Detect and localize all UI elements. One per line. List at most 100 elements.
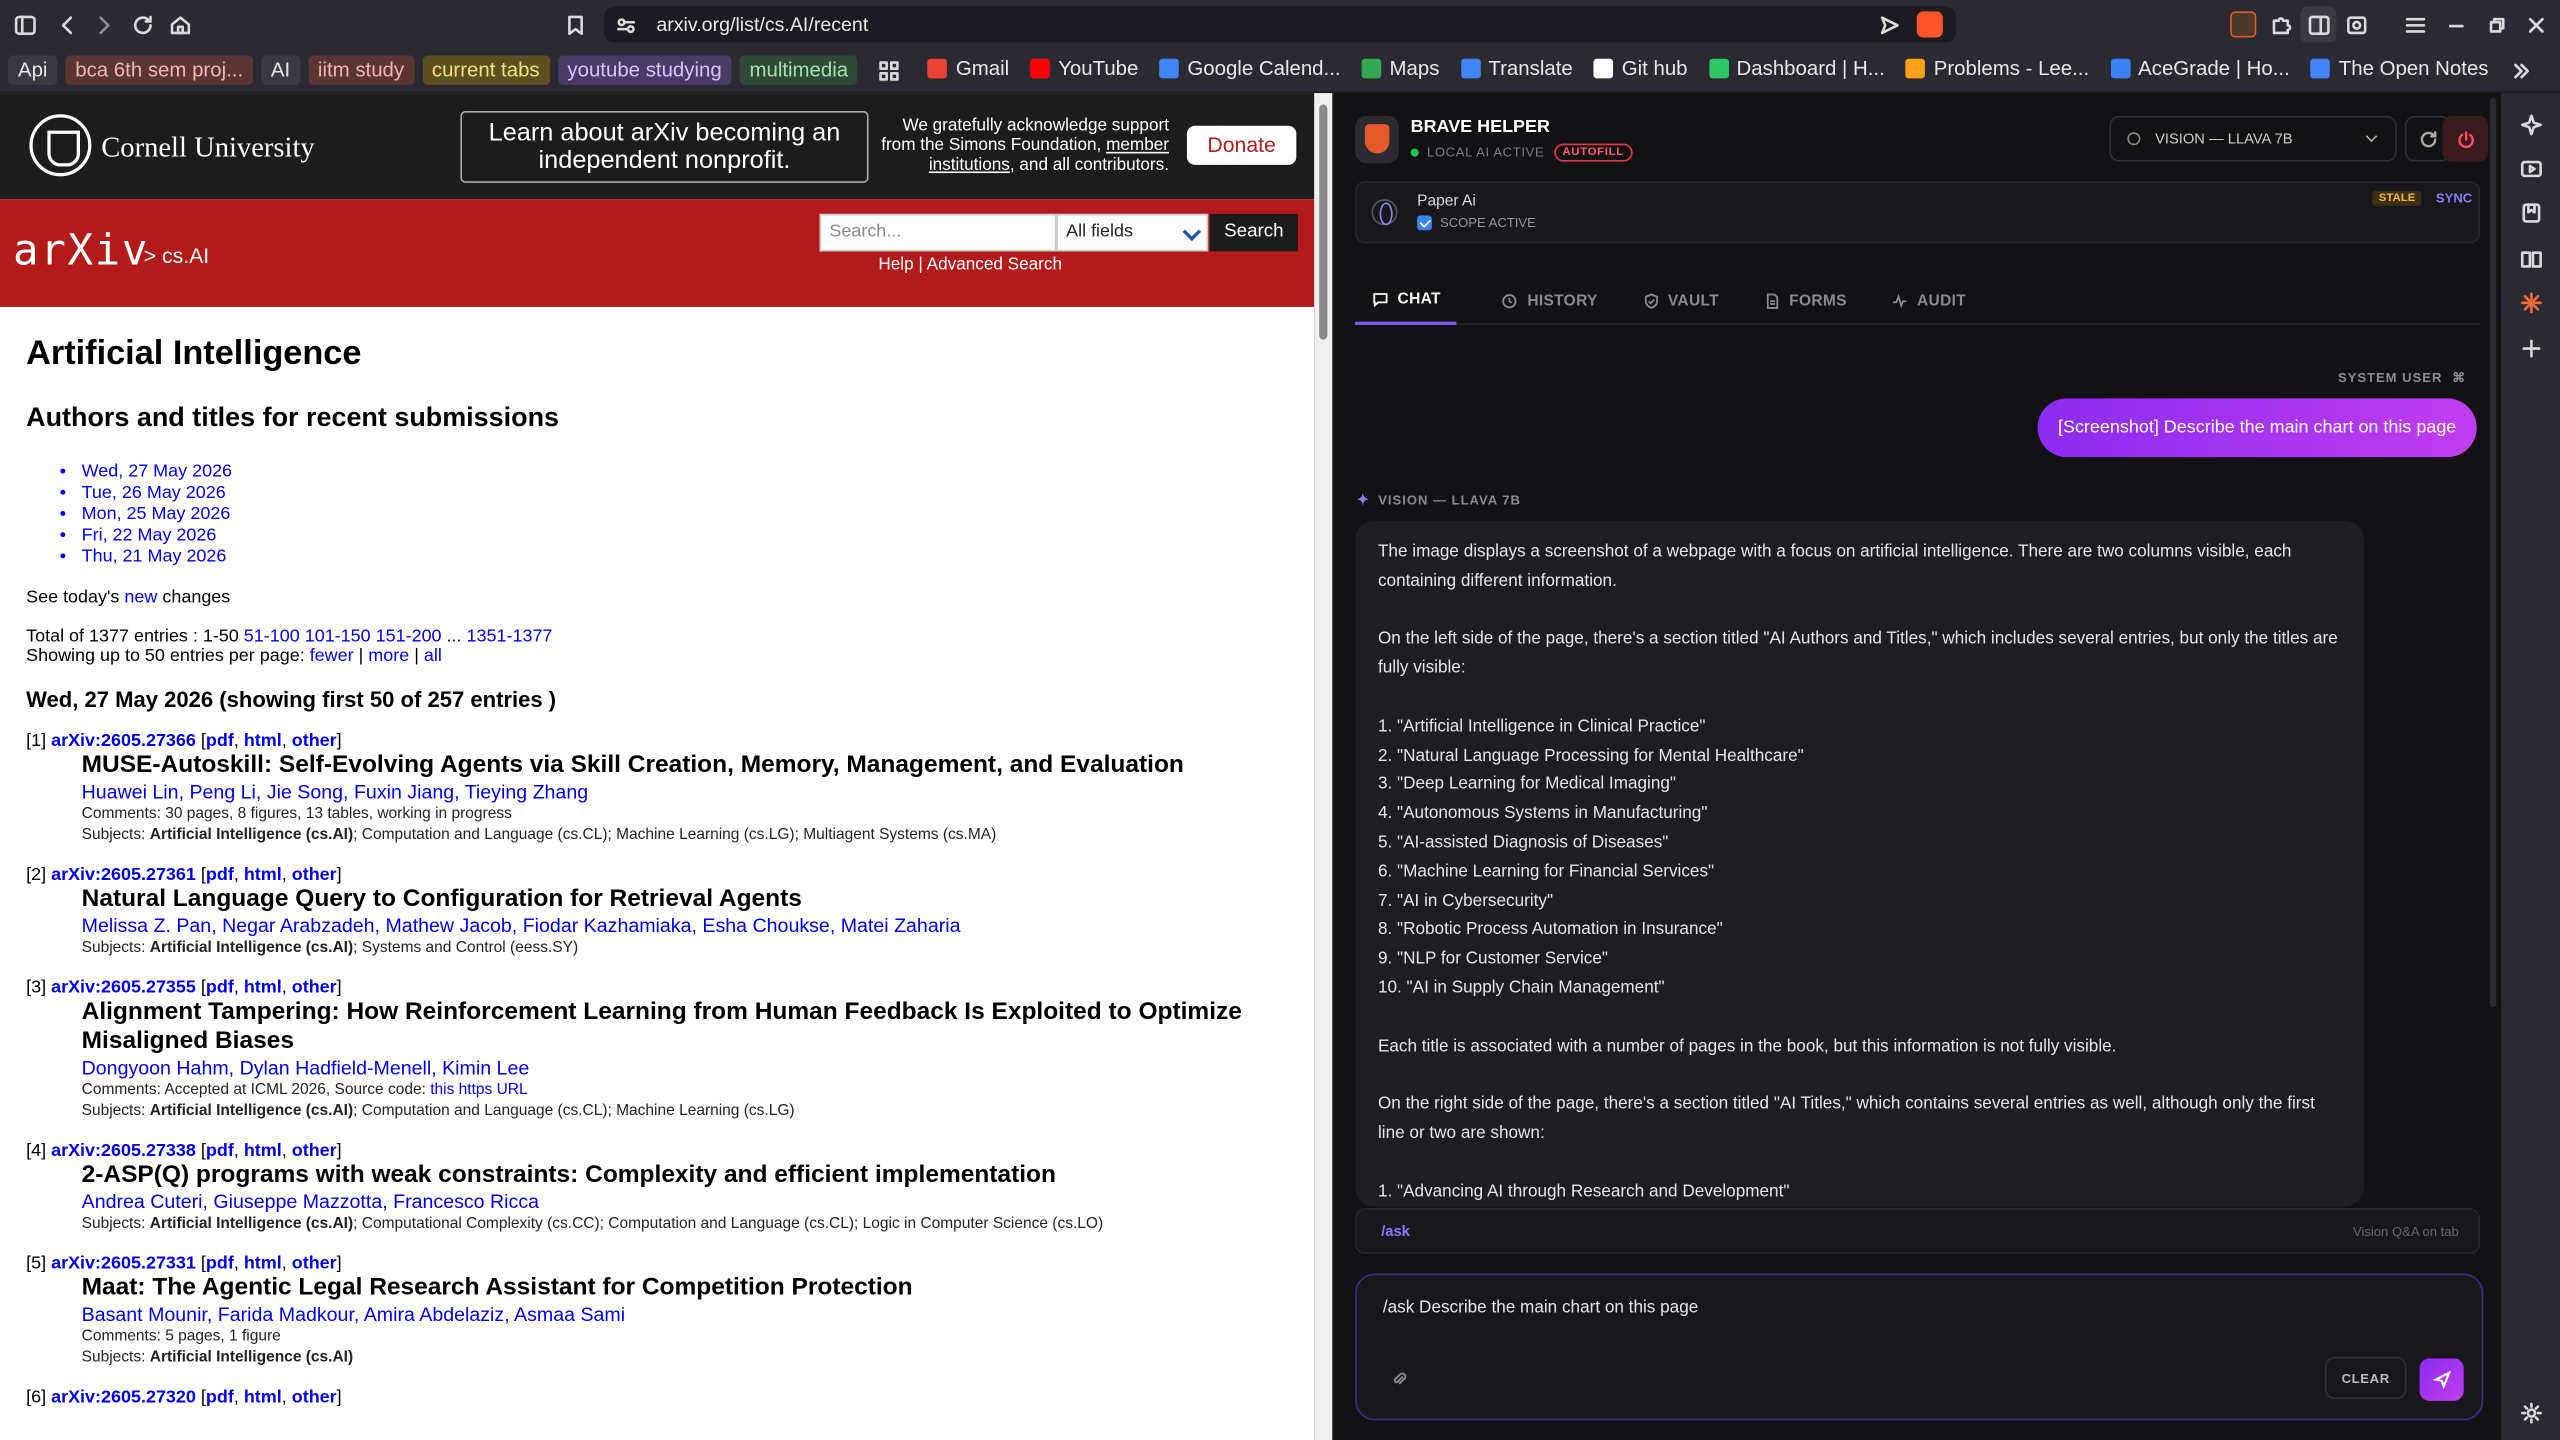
new-link[interactable]: new	[124, 588, 157, 608]
pdf-link[interactable]: pdf	[206, 731, 234, 751]
author-link[interactable]: Farida Madkour	[218, 1303, 354, 1326]
author-link[interactable]: Fiodar Kazhamiaka	[523, 914, 692, 937]
tab-history[interactable]: HISTORY	[1498, 276, 1598, 325]
author-link[interactable]: Dongyoon Hahm	[82, 1056, 229, 1079]
source-code-link[interactable]: this https URL	[430, 1081, 527, 1099]
pdf-link[interactable]: pdf	[206, 1388, 234, 1408]
other-link[interactable]: other	[292, 978, 337, 998]
share-icon[interactable]	[1871, 7, 1907, 43]
author-link[interactable]: Fuxin Jiang	[354, 780, 454, 803]
other-link[interactable]: other	[292, 865, 337, 885]
url-text[interactable]: arxiv.org/list/cs.AI/recent	[656, 13, 1871, 36]
tab-forms[interactable]: FORMS	[1760, 276, 1847, 325]
settings-gear-icon[interactable]	[2513, 1394, 2549, 1430]
donate-button[interactable]: Donate	[1186, 125, 1297, 165]
bookmark-8[interactable]: AceGrade | Ho...	[2110, 57, 2290, 80]
bookmark-9[interactable]: The Open Notes	[2310, 57, 2488, 80]
per-page-link[interactable]: more	[368, 647, 409, 667]
bookmark-folder-5[interactable]: youtube studying	[557, 55, 732, 85]
extensions-puzzle-icon[interactable]	[2263, 7, 2299, 43]
autofill-badge[interactable]: AUTOFILL	[1554, 143, 1633, 162]
author-link[interactable]: Giuseppe Mazzotta	[213, 1190, 382, 1213]
html-link[interactable]: html	[244, 978, 282, 998]
search-button[interactable]: Search	[1209, 213, 1298, 252]
attach-paperclip-icon[interactable]	[1389, 1368, 1409, 1388]
sidebar-toggle-icon[interactable]	[7, 7, 43, 43]
date-link[interactable]: Wed, 27 May 2026	[82, 462, 1289, 483]
author-link[interactable]: Andrea Cuteri	[82, 1190, 203, 1213]
apps-grid-icon[interactable]	[871, 52, 907, 88]
pdf-link[interactable]: pdf	[206, 1254, 234, 1274]
minimize-icon[interactable]	[2438, 7, 2474, 43]
per-page-link[interactable]: all	[424, 647, 442, 667]
html-link[interactable]: html	[244, 1254, 282, 1274]
arxiv-id-link[interactable]: arXiv:2605.27366	[51, 731, 196, 751]
arxiv-id-link[interactable]: arXiv:2605.27331	[51, 1254, 196, 1274]
other-link[interactable]: other	[292, 1254, 337, 1274]
panel-scrollbar[interactable]	[2489, 97, 2497, 1008]
forward-icon[interactable]	[85, 7, 121, 43]
bookmark-2[interactable]: Google Calend...	[1159, 57, 1341, 80]
checkbox-checked-icon[interactable]	[1417, 215, 1432, 231]
back-icon[interactable]	[49, 7, 85, 43]
search-input[interactable]: Search...	[819, 213, 1057, 252]
restore-icon[interactable]	[2478, 7, 2514, 43]
reading-list-icon[interactable]	[2513, 240, 2549, 276]
page-link[interactable]: 151-200	[376, 627, 442, 647]
home-icon[interactable]	[162, 7, 198, 43]
bookmark-icon[interactable]	[557, 7, 593, 43]
html-link[interactable]: html	[244, 1141, 282, 1161]
bookmark-folder-4[interactable]: current tabs	[422, 55, 550, 85]
side-panel-icon[interactable]	[2300, 6, 2337, 43]
bookmark-1[interactable]: YouTube	[1030, 57, 1138, 80]
bookmark-folder-0[interactable]: Api	[8, 55, 58, 85]
per-page-link[interactable]: fewer	[310, 647, 354, 667]
arxiv-id-link[interactable]: arXiv:2605.27355	[51, 978, 196, 998]
sync-button[interactable]: SYNC	[2436, 191, 2472, 206]
author-link[interactable]: Jie Song	[267, 780, 343, 803]
pdf-link[interactable]: pdf	[206, 978, 234, 998]
author-link[interactable]: Negar Arabzadeh	[222, 914, 375, 937]
bookmarks-panel-icon[interactable]	[2513, 194, 2549, 230]
breadcrumb[interactable]: > cs.AI	[144, 243, 209, 267]
last-page-link[interactable]: 1351-1377	[467, 627, 553, 647]
bookmark-folder-3[interactable]: iitm study	[308, 55, 414, 85]
author-link[interactable]: Francesco Ricca	[393, 1190, 539, 1213]
scope-checkbox[interactable]: SCOPE ACTIVE	[1417, 215, 1536, 231]
date-link[interactable]: Fri, 22 May 2026	[82, 526, 1289, 547]
bookmark-7[interactable]: Problems - Lee...	[1905, 57, 2089, 80]
author-link[interactable]: Amira Abdelaziz	[364, 1303, 504, 1326]
author-link[interactable]: Mathew Jacob	[385, 914, 511, 937]
bookmark-folder-2[interactable]: AI	[261, 55, 300, 85]
reload-icon[interactable]	[124, 7, 160, 43]
page-link[interactable]: 101-150	[305, 627, 371, 647]
html-link[interactable]: html	[244, 731, 282, 751]
tab-audit[interactable]: AUDIT	[1888, 276, 1966, 325]
nonprofit-banner-link[interactable]: Learn about arXiv becoming an independen…	[460, 111, 869, 183]
author-link[interactable]: Esha Choukse	[702, 914, 829, 937]
arxiv-logo[interactable]: arXiv	[13, 227, 149, 276]
clear-button[interactable]: CLEAR	[2324, 1356, 2407, 1400]
command-suggestion[interactable]: /ask Vision Q&A on tab	[1355, 1208, 2480, 1254]
pdf-link[interactable]: pdf	[206, 865, 234, 885]
date-link[interactable]: Tue, 26 May 2026	[82, 483, 1289, 504]
author-link[interactable]: Huawei Lin	[82, 780, 179, 803]
help-advanced-search-link[interactable]: Help | Advanced Search	[878, 255, 1062, 275]
menu-icon[interactable]	[2397, 7, 2433, 43]
author-link[interactable]: Kimin Lee	[442, 1056, 529, 1079]
bookmark-3[interactable]: Maps	[1361, 57, 1439, 80]
extension-icon[interactable]	[2230, 11, 2257, 38]
screenshot-icon[interactable]	[2338, 7, 2374, 43]
author-link[interactable]: Peng Li	[189, 780, 255, 803]
bookmark-5[interactable]: Git hub	[1593, 57, 1688, 80]
bookmark-4[interactable]: Translate	[1460, 57, 1573, 80]
more-bookmarks-icon[interactable]	[2501, 52, 2537, 88]
tab-chat[interactable]: CHAT	[1355, 276, 1458, 325]
member-link[interactable]: member	[1106, 136, 1169, 156]
other-link[interactable]: other	[292, 731, 337, 751]
other-link[interactable]: other	[292, 1141, 337, 1161]
arxiv-id-link[interactable]: arXiv:2605.27338	[51, 1141, 196, 1161]
search-field-select[interactable]: All fields	[1056, 213, 1209, 252]
author-link[interactable]: Basant Mounir	[82, 1303, 207, 1326]
other-link[interactable]: other	[292, 1388, 337, 1408]
